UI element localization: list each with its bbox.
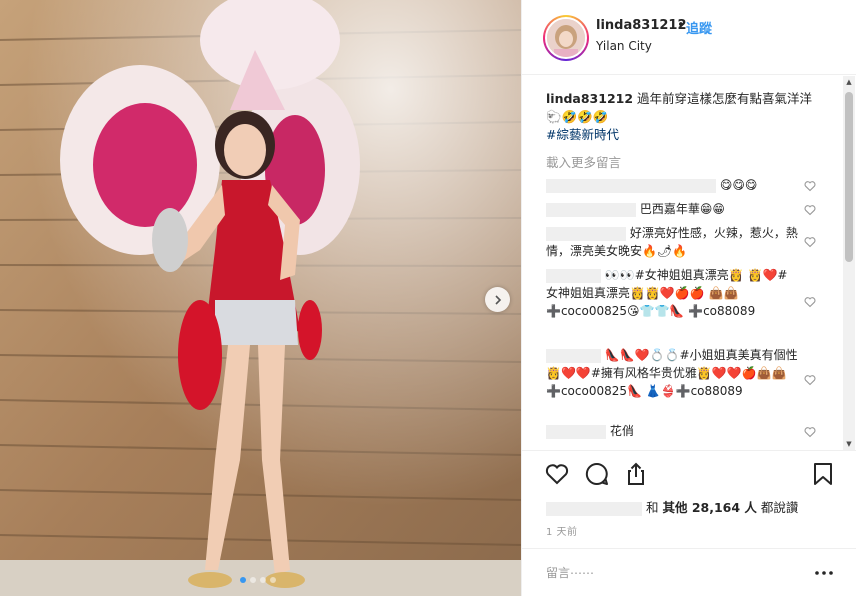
share-icon[interactable] — [623, 461, 649, 487]
scrollbar-thumb[interactable] — [845, 92, 853, 262]
likes-summary: 和 其他 28,164 人 都說讚 — [546, 497, 798, 516]
liker-username-redacted[interactable] — [546, 501, 642, 516]
comment-username-redacted — [546, 268, 601, 283]
avatar[interactable] — [543, 15, 589, 61]
heart-icon[interactable] — [544, 461, 570, 487]
load-more-comments-button[interactable]: 載入更多留言 — [546, 152, 621, 171]
comment-item: 👀👀#女神姐姐真漂亮👸 👸❤️#女神姐姐真漂亮👸👸❤️🍎🍎 👜👜➕coco008… — [546, 266, 798, 320]
post-location[interactable]: Yilan City — [596, 39, 652, 53]
carousel-dot — [270, 577, 276, 583]
chevron-right-icon — [494, 294, 501, 305]
heart-icon[interactable] — [804, 296, 816, 308]
comment-item: 😋😋😋 — [546, 176, 798, 194]
likes-suffix: 都說讚 — [756, 500, 799, 515]
instagram-post-modal: linda831212 • 追蹤 Yilan City linda831212 … — [0, 0, 856, 596]
post-caption: linda831212 過年前穿這樣怎麼有點喜氣洋洋🐑🤣🤣🤣 #綜藝新時代 — [546, 90, 816, 144]
heart-icon[interactable] — [804, 204, 816, 216]
photo-image — [0, 0, 521, 596]
comment-input[interactable] — [546, 563, 796, 583]
action-bar — [522, 450, 856, 492]
post-header: linda831212 • 追蹤 Yilan City — [522, 0, 856, 75]
comment-text: 😋😋😋 — [719, 178, 758, 192]
comment-item: 👠👠❤️💍💍#小姐姐真美真有個性👸❤️❤️#擁有风格华贵优雅👸❤️❤️🍎👜👜➕c… — [546, 346, 798, 400]
comment-text: 花俏 — [609, 424, 634, 438]
heart-icon[interactable] — [804, 236, 816, 248]
heart-icon[interactable] — [804, 374, 816, 386]
add-comment-section — [522, 548, 856, 596]
carousel-indicator — [240, 577, 276, 583]
comment-username-redacted — [546, 202, 636, 217]
scroll-down-arrow-icon[interactable]: ▼ — [843, 438, 855, 450]
post-username[interactable]: linda831212 — [596, 18, 687, 33]
comment-username-redacted — [546, 178, 716, 193]
avatar-image — [547, 19, 585, 57]
follow-button[interactable]: 追蹤 — [686, 18, 712, 37]
post-side-panel: linda831212 • 追蹤 Yilan City linda831212 … — [521, 0, 856, 596]
carousel-dot — [240, 577, 246, 583]
comment-item: 巴西嘉年華😁😁 — [546, 200, 798, 218]
more-icon[interactable] — [812, 563, 836, 583]
comments-list: linda831212 過年前穿這樣怎麼有點喜氣洋洋🐑🤣🤣🤣 #綜藝新時代 載入… — [522, 76, 856, 450]
likes-count[interactable]: 其他 28,164 人 — [662, 500, 756, 515]
post-photo[interactable] — [0, 0, 521, 596]
comment-item: 花俏 — [546, 422, 798, 440]
comment-username-redacted — [546, 348, 601, 363]
comment-username-redacted — [546, 424, 606, 439]
comment-icon[interactable] — [584, 461, 610, 487]
scroll-up-arrow-icon[interactable]: ▲ — [843, 76, 855, 88]
carousel-dot — [260, 577, 266, 583]
carousel-dot — [250, 577, 256, 583]
next-photo-button[interactable] — [485, 287, 510, 312]
heart-icon[interactable] — [804, 426, 816, 438]
caption-hashtag[interactable]: #綜藝新時代 — [546, 127, 619, 142]
comment-item: 好漂亮好性感，火辣，惹火，熱情，漂亮美女晚安🔥🌶🔥 — [546, 224, 798, 260]
comment-text: 巴西嘉年華😁😁 — [639, 202, 725, 216]
comment-username-redacted — [546, 226, 626, 241]
caption-username[interactable]: linda831212 — [546, 91, 633, 106]
comments-scrollbar[interactable]: ▲ ▼ — [843, 76, 855, 450]
post-timestamp[interactable]: 1 天前 — [546, 523, 578, 538]
separator-dot: • — [677, 18, 685, 33]
likes-prefix: 和 — [645, 500, 663, 515]
heart-icon[interactable] — [804, 180, 816, 192]
bookmark-icon[interactable] — [810, 461, 836, 487]
